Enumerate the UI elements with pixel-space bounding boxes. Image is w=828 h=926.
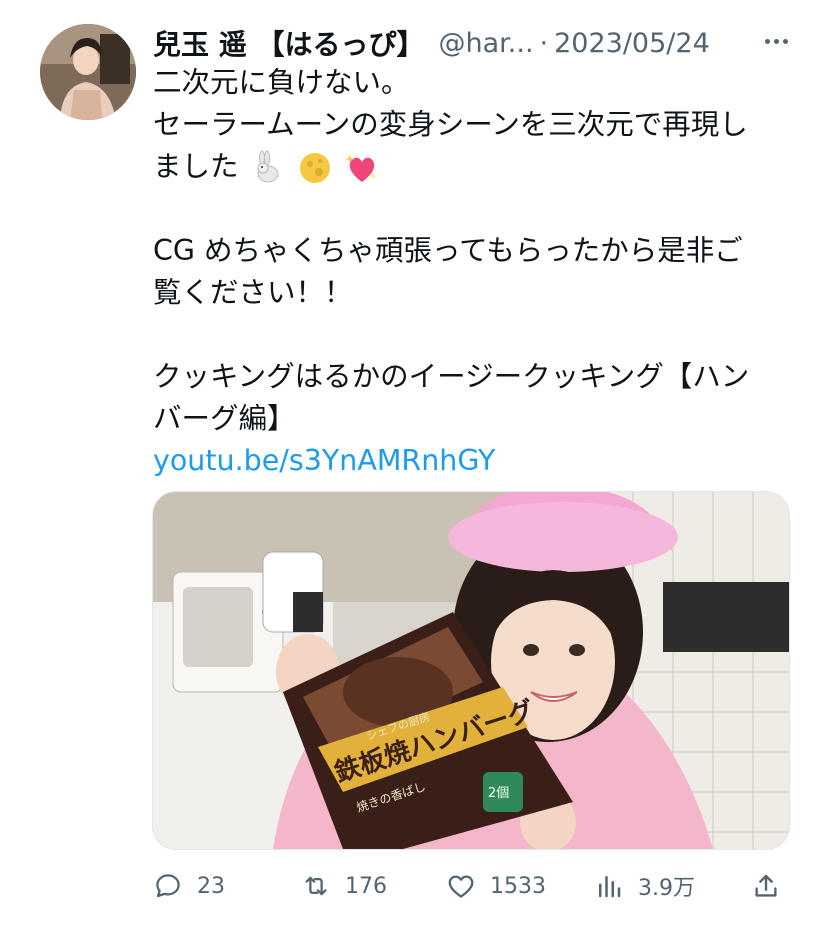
author-handle[interactable]: @har... [439, 28, 534, 59]
youtube-link[interactable]: youtu.be/s3YnAMRnhGY [153, 444, 495, 477]
text-line: セーラームーンの変身シーンを三次元で再現し [153, 108, 748, 141]
reply-button[interactable]: 23 [153, 866, 225, 906]
more-options-icon[interactable] [759, 24, 793, 58]
views-button[interactable]: 3.9万 [594, 866, 695, 906]
retweet-button[interactable]: 176 [301, 866, 387, 906]
retweet-icon [305, 876, 327, 896]
text-line-with-emoji: ました [153, 146, 793, 188]
avatar[interactable] [40, 24, 136, 120]
media-thumbnail[interactable]: 鉄板焼ハンバーグ シェフの厨房 焼きの香ばし 2個 [152, 491, 790, 850]
full-moon-icon [299, 153, 330, 183]
text-line: CG めちゃくちゃ頑張ってもらったから是非ご [153, 234, 743, 267]
action-bar: 23 176 1533 3.9万 [153, 866, 793, 906]
share-icon [755, 874, 777, 897]
analytics-icon [599, 876, 621, 898]
tweet-date[interactable]: 2023/05/24 [554, 28, 710, 59]
text-line [153, 314, 793, 356]
tweet-header: 兒玉 遥 【はるっぴ】 @har... · 2023/05/24 [153, 22, 793, 64]
retweet-count: 176 [345, 873, 387, 899]
separator-dot: · [539, 27, 549, 59]
reply-count: 23 [197, 873, 225, 899]
tweet-text: 二次元に負けない。 セーラームーンの変身シーンを三次元で再現し ました CG め… [153, 62, 793, 482]
views-count: 3.9万 [638, 876, 695, 901]
package-count: 2個 [488, 786, 509, 801]
text-line [153, 188, 793, 230]
like-count: 1533 [490, 873, 546, 899]
text-segment: ました [153, 150, 239, 183]
text-line: バーグ編】 [153, 402, 296, 435]
text-line: 覧ください！！ [153, 276, 353, 309]
sparkling-heart-icon [344, 154, 377, 182]
author-name[interactable]: 兒玉 遥 【はるっぴ】 [153, 23, 425, 63]
rabbit-icon [257, 150, 279, 183]
avatar-image [40, 24, 136, 120]
media-image: 鉄板焼ハンバーグ シェフの厨房 焼きの香ばし 2個 [153, 492, 789, 849]
text-line: クッキングはるかのイージークッキング【ハン [153, 360, 750, 393]
reply-icon [156, 874, 180, 898]
text-line: 二次元に負けない。 [153, 66, 410, 99]
heart-icon [448, 875, 474, 898]
like-button[interactable]: 1533 [446, 866, 546, 906]
share-button[interactable] [751, 866, 795, 906]
